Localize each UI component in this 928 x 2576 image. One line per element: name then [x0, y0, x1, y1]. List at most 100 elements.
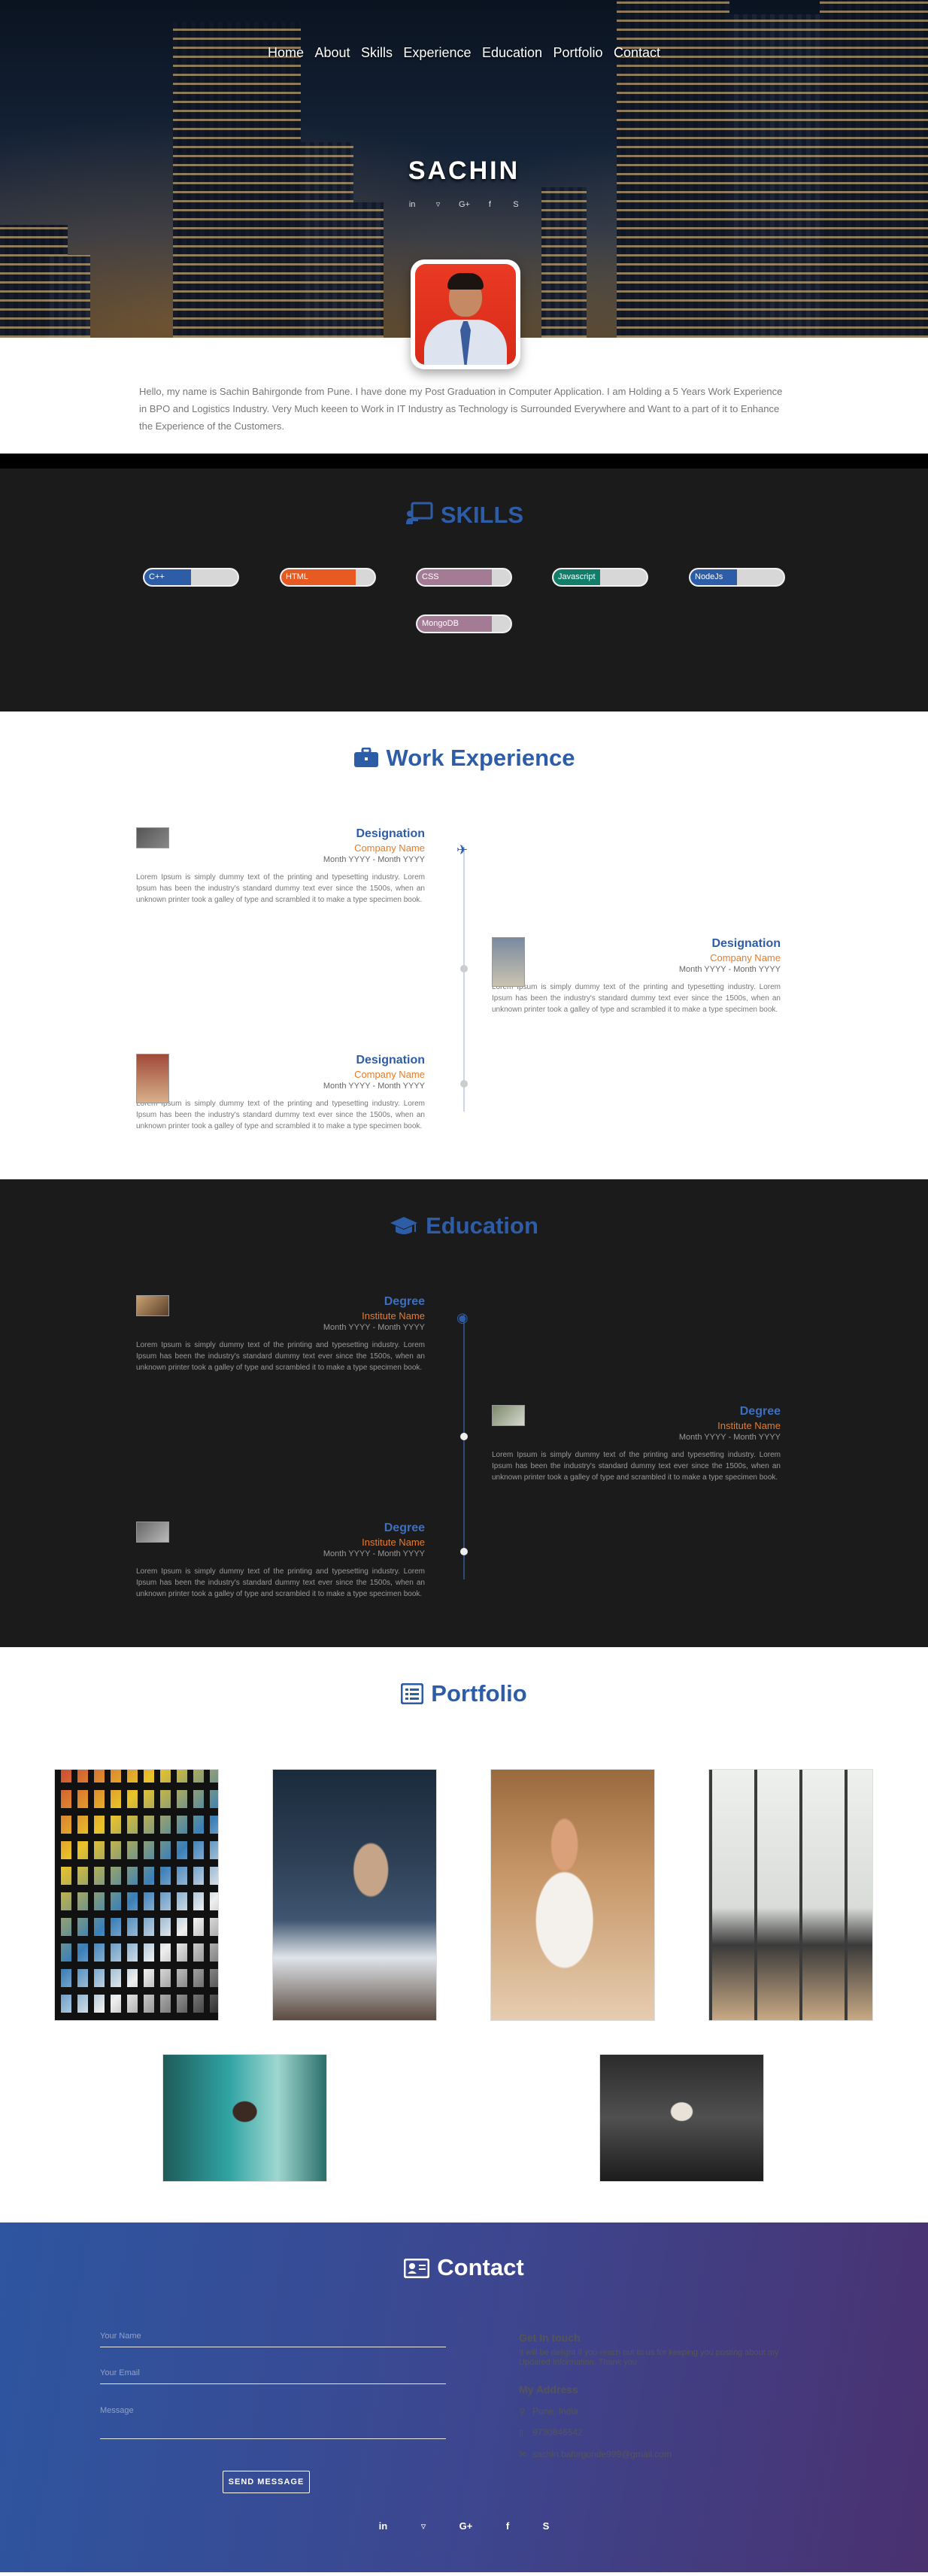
entry-date: Month YYYY - Month YYYY [678, 1433, 781, 1442]
portfolio-image[interactable] [272, 1769, 437, 2021]
skill-bar: MongoDB [416, 614, 512, 633]
education-entry: Degree Institute Name Month YYYY - Month… [136, 1522, 425, 1600]
skills-section: SKILLS C++ HTML CSS Javascript NodeJs Mo… [0, 469, 928, 712]
nav-about[interactable]: About [314, 45, 350, 60]
facebook-icon[interactable]: f [506, 2520, 509, 2532]
contact-info: Get In touch It will be delight if you r… [519, 2332, 805, 2368]
entry-description: Lorem Ipsum is simply dummy text of the … [136, 1100, 425, 1130]
email-field[interactable]: Your Email [100, 2368, 446, 2384]
nav-home[interactable]: Home [268, 45, 304, 60]
portfolio-image[interactable] [708, 1769, 873, 2021]
entry-title: Degree [739, 1405, 781, 1418]
portfolio-section: Portfolio [0, 1647, 928, 2223]
get-in-touch-heading: Get In touch [519, 2332, 581, 2344]
skill-label: HTML [286, 572, 308, 581]
nav-education[interactable]: Education [482, 45, 542, 60]
experience-entry: Designation Company Name Month YYYY - Mo… [492, 937, 781, 1015]
timeline-dot [460, 965, 468, 972]
section-divider [0, 454, 928, 469]
entry-thumbnail [136, 1522, 169, 1543]
phone-text[interactable]: 9730846542 [532, 2427, 583, 2438]
skill-label: C++ [149, 572, 165, 581]
education-entry: Degree Institute Name Month YYYY - Month… [492, 1405, 781, 1483]
address-heading: My Address [519, 2383, 578, 2395]
entry-subtitle: Company Name [354, 1069, 425, 1080]
entry-description: Lorem Ipsum is simply dummy text of the … [492, 983, 781, 1014]
entry-description: Lorem Ipsum is simply dummy text of the … [492, 1451, 781, 1482]
phone-icon: ▯ [519, 2429, 524, 2438]
entry-thumbnail [492, 1405, 525, 1426]
entry-description: Lorem Ipsum is simply dummy text of the … [136, 1567, 425, 1598]
experience-entry: Designation Company Name Month YYYY - Mo… [136, 827, 425, 906]
contact-title: Contact [0, 2254, 928, 2281]
facebook-icon[interactable]: f [484, 199, 495, 210]
message-field[interactable]: Message [100, 2406, 446, 2439]
address-card-icon [403, 2258, 430, 2279]
education-title: Education [0, 1212, 928, 1239]
experience-entry: Designation Company Name Month YYYY - Mo… [136, 1054, 425, 1132]
briefcase-icon [353, 747, 378, 767]
graduation-cap-icon [390, 1217, 418, 1234]
entry-description: Lorem Ipsum is simply dummy text of the … [136, 873, 425, 904]
name-field[interactable]: Your Name [100, 2332, 446, 2347]
skill-bar: HTML [280, 568, 376, 587]
hero-name: SACHIN [408, 156, 520, 185]
hero-social-links: in ▿ G+ f S [0, 197, 928, 211]
portfolio-image[interactable] [162, 2054, 327, 2182]
skill-label: NodeJs [695, 572, 723, 581]
entry-subtitle: Institute Name [717, 1420, 781, 1431]
entry-subtitle: Institute Name [362, 1537, 425, 1548]
plane-icon: ✈ [456, 842, 469, 857]
skill-bar: C++ [143, 568, 239, 587]
city-building [353, 202, 384, 338]
entry-title: Designation [711, 937, 781, 950]
globe-icon: ◉ [456, 1310, 469, 1325]
entry-title: Designation [356, 827, 425, 840]
timeline-line [463, 1315, 465, 1579]
tie-icon[interactable]: ▿ [421, 2520, 426, 2532]
skill-bar: NodeJs [689, 568, 785, 587]
skill-bar: Javascript [552, 568, 648, 587]
timeline-dot [460, 1548, 468, 1555]
skill-label: MongoDB [422, 619, 459, 628]
nav-experience[interactable]: Experience [403, 45, 471, 60]
experience-section: Work Experience ✈ Designation Company Na… [0, 712, 928, 1179]
email-text[interactable]: sachin.bahirgonde999@gmail.com [532, 2449, 672, 2459]
get-in-touch-text: It will be delight if you reach out to u… [519, 2348, 779, 2367]
timeline-dot [460, 1433, 468, 1440]
nav-contact[interactable]: Contact [614, 45, 660, 60]
skills-title: SKILLS [0, 502, 928, 529]
entry-date: Month YYYY - Month YYYY [323, 855, 425, 864]
city-building [45, 255, 90, 338]
entry-subtitle: Company Name [354, 842, 425, 854]
experience-title: Work Experience [0, 745, 928, 772]
phone-row: ▯ 9730846542 [519, 2427, 583, 2438]
linkedin-icon[interactable]: in [379, 2520, 388, 2532]
nav-skills[interactable]: Skills [361, 45, 393, 60]
entry-subtitle: Institute Name [362, 1310, 425, 1321]
google-plus-icon[interactable]: G+ [459, 199, 470, 210]
portfolio-image[interactable] [490, 1769, 655, 2021]
profile-avatar [411, 259, 520, 369]
skill-label: Javascript [558, 572, 596, 581]
skype-icon[interactable]: S [543, 2520, 550, 2532]
google-plus-icon[interactable]: G+ [459, 2520, 473, 2532]
tie-icon[interactable]: ▿ [433, 199, 444, 210]
education-section: Education ◉ Degree Institute Name Month … [0, 1179, 928, 1647]
entry-date: Month YYYY - Month YYYY [678, 965, 781, 974]
footer-social-links: in ▿ G+ f S [0, 2520, 928, 2533]
portfolio-image[interactable] [599, 2054, 764, 2182]
portfolio-image[interactable] [54, 1769, 219, 2021]
linkedin-icon[interactable]: in [407, 199, 417, 210]
entry-date: Month YYYY - Month YYYY [323, 1323, 425, 1332]
send-message-button[interactable]: SEND MESSAGE [223, 2471, 310, 2493]
entry-thumbnail [136, 1295, 169, 1316]
entry-title: Designation [356, 1054, 425, 1067]
address-block: My Address [519, 2383, 578, 2400]
location-text: Pune, India [532, 2406, 578, 2417]
skill-bar: CSS [416, 568, 512, 587]
nav-portfolio[interactable]: Portfolio [553, 45, 602, 60]
teacher-board-icon [405, 502, 433, 524]
skype-icon[interactable]: S [511, 199, 521, 210]
skills-grid: C++ HTML CSS Javascript NodeJs MongoDB [0, 529, 928, 679]
